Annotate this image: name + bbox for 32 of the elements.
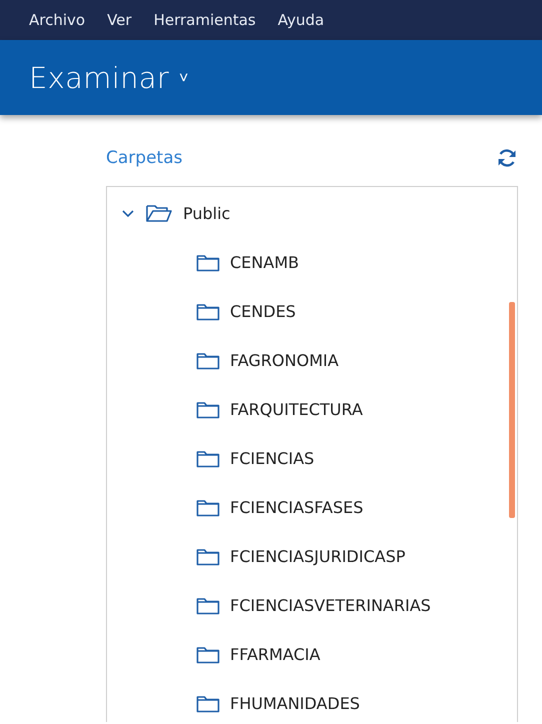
tree-item[interactable]: CENAMB — [107, 238, 517, 287]
menu-item[interactable]: Archivo — [18, 11, 96, 29]
folder-icon — [196, 450, 220, 468]
chevron-down-icon: ˅ — [179, 68, 189, 88]
open-folder-icon — [145, 203, 173, 223]
tree-item[interactable]: FCIENCIAS — [107, 434, 517, 483]
scrollbar-thumb[interactable] — [509, 302, 515, 518]
folder-icon — [196, 548, 220, 566]
tree-item[interactable]: FCIENCIASVETERINARIAS — [107, 581, 517, 630]
view-title-dropdown[interactable]: Examinar ˅ — [29, 60, 189, 94]
folders-label: Carpetas — [106, 148, 182, 168]
menu-item[interactable]: Herramientas — [142, 11, 267, 29]
tree-item[interactable]: Public — [107, 199, 517, 227]
folder-icon — [196, 646, 220, 664]
folder-icon — [196, 498, 220, 516]
tree-item[interactable]: FCIENCIASJURIDICASP — [107, 532, 517, 581]
folder-icon — [196, 694, 220, 712]
folder-icon — [196, 596, 220, 614]
refresh-icon[interactable] — [496, 147, 518, 169]
folder-icon — [196, 352, 220, 370]
tree-item[interactable]: FARQUITECTURA — [107, 385, 517, 434]
tree-item[interactable]: FAGRONOMIA — [107, 336, 517, 385]
folder-icon — [196, 302, 220, 320]
folder-icon — [196, 254, 220, 272]
chevron-down-icon[interactable] — [121, 208, 135, 218]
folder-icon — [196, 400, 220, 418]
menu-item[interactable]: Ayuda — [266, 11, 336, 29]
menu-item[interactable]: Ver — [96, 11, 143, 29]
tree-item[interactable]: FCIENCIASFASES — [107, 483, 517, 532]
tree-item[interactable]: CENDES — [107, 287, 517, 336]
tree-item[interactable]: FHUMANIDADES — [107, 679, 517, 722]
tree-item[interactable]: FFARMACIA — [107, 630, 517, 679]
